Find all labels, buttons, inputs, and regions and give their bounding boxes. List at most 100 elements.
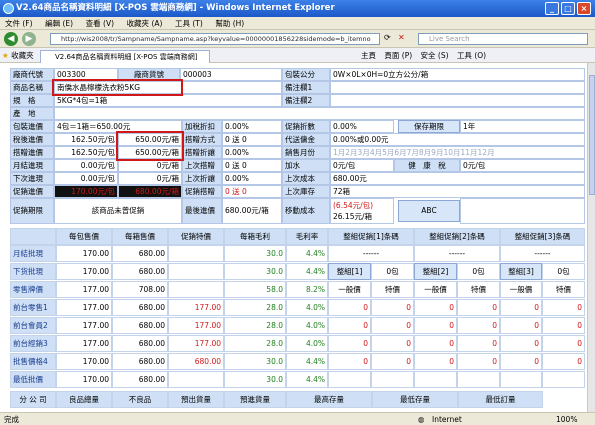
menu-favorites[interactable]: 收藏夾 (A) (122, 17, 168, 30)
favorites-bar: ★ 收藏夾 V2.64商品名稱資料明細 [X-POS 雲端商務網] 主頁 頁面 … (0, 48, 595, 63)
abc-button[interactable]: ABC (398, 200, 460, 222)
safety-button[interactable]: 安全 (S) (421, 51, 449, 60)
grid-cell-c5: 4.0% (286, 299, 328, 316)
grid-cell-c4: 28.0 (224, 299, 286, 316)
grid-combo-3-a[interactable]: 整組[3] (500, 263, 542, 280)
tax-discount-label: 加稅折扣 (182, 120, 222, 133)
grid-header-pack-price: 每包售價 (56, 228, 112, 245)
maximize-button[interactable]: □ (561, 2, 575, 15)
page-button[interactable]: 頁面 (P) (384, 51, 412, 60)
grid-combo-2-b: 0 (457, 335, 500, 352)
grid-cell-c3 (168, 245, 224, 262)
grid-combo-3-b: 0 (542, 299, 585, 316)
grid-cell-c3: 680.00 (168, 353, 224, 370)
grid-row-label: 零售牌價 (10, 281, 56, 298)
grid-combo-1: ------ (328, 245, 414, 262)
grid-combo-2-a[interactable]: 整組[2] (414, 263, 457, 280)
grid-cell-c2: 680.00 (112, 335, 168, 352)
vertical-scrollbar[interactable] (587, 63, 595, 412)
grid-combo-2-a: 一般價 (414, 281, 457, 298)
grid-combo-3-a: 0 (500, 353, 542, 370)
vendor-code-value: 003300 (54, 68, 118, 81)
origin-label: 產 地 (10, 107, 54, 120)
search-input[interactable]: Live Search (418, 33, 588, 45)
menu-tools[interactable]: 工具 (T) (170, 17, 208, 30)
menu-view[interactable]: 查看 (V) (81, 17, 119, 30)
shelf-life-value: 1年 (460, 120, 585, 133)
minimize-button[interactable]: _ (545, 2, 559, 15)
grid-cell-c2: 680.00 (112, 263, 168, 280)
grid-cell-c5: 4.4% (286, 353, 328, 370)
note1-value (330, 81, 585, 94)
sales-month-label: 銷售月份 (282, 146, 330, 159)
grid-cell-c2: 680.00 (112, 371, 168, 388)
grid-cell-c4: 30.0 (224, 371, 286, 388)
footer-min-stock: 最低存量 (372, 391, 458, 408)
next-cost-case: 0元/箱 (118, 172, 182, 185)
footer-good-qty: 良品總量 (56, 391, 112, 408)
stop-icon[interactable]: ✕ (398, 33, 405, 42)
add-water-value: 0元/包 (330, 159, 394, 172)
menu-edit[interactable]: 編輯 (E) (40, 17, 78, 30)
promo-gift-label: 促銷搭贈 (182, 185, 222, 198)
browser-tab[interactable]: V2.64商品名稱資料明細 [X-POS 雲端商務網] (40, 50, 210, 63)
grid-cell-c4: 30.0 (224, 263, 286, 280)
grid-combo-1-b: 0 (371, 353, 414, 370)
note2-label: 備注欄2 (282, 94, 330, 107)
tools-button[interactable]: 工具 (O) (457, 51, 486, 60)
pack-cost-value: 4包＝1箱＝650.00元 (54, 120, 182, 133)
grid-combo-3-b (542, 371, 585, 388)
tax-discount-value: 0.00% (222, 120, 282, 133)
last-rule-value: 0.00% (222, 172, 282, 185)
grid-cell-c1: 170.00 (56, 371, 112, 388)
last-gift-label: 上次搭贈 (182, 159, 222, 172)
grid-cell-c3 (168, 263, 224, 280)
promo-period-value: 該商品未曾促銷 (54, 198, 182, 224)
latest-cost-label: 最後進價 (182, 198, 222, 224)
moving-cost-value: (6.54元/包) 26.15元/箱 (330, 198, 394, 224)
back-icon[interactable]: ◀ (4, 32, 18, 46)
grid-cell-c4: 58.0 (224, 281, 286, 298)
grid-combo-3-b: 0 (542, 335, 585, 352)
product-name-label: 商品名稱 (10, 81, 54, 94)
grid-combo-2-b: 特價 (457, 281, 500, 298)
grid-combo-2-b: 0包 (457, 263, 500, 280)
grid-row-label: 批售價格4 (10, 353, 56, 370)
grid-combo-2-b: 0 (457, 299, 500, 316)
favorites-button[interactable]: ★ 收藏夾 (2, 50, 34, 61)
last-cost-value: 680.00元 (330, 172, 585, 185)
refresh-icon[interactable]: ⟳ (384, 33, 391, 42)
grid-header-combo2: 整組促銷[2]条碼 (414, 228, 500, 245)
last-rule-label: 上次折讓 (182, 172, 222, 185)
gift-cost-case: 650.00元/箱 (118, 146, 182, 159)
grid-cell-c5: 8.2% (286, 281, 328, 298)
grid-cell-c1: 177.00 (56, 299, 112, 316)
grid-cell-c2: 680.00 (112, 353, 168, 370)
grid-corner (10, 228, 56, 245)
grid-combo-3-a: 0 (500, 299, 542, 316)
menu-help[interactable]: 幫助 (H) (210, 17, 249, 30)
grid-row-label: 最低批價 (10, 371, 56, 388)
gift-mode-value: 0 送 0 (222, 133, 282, 146)
promo-cost-label: 促銷進價 (10, 185, 54, 198)
scroll-thumb[interactable] (589, 75, 595, 195)
window-title: V2.64商品名稱資料明細 [X-POS 雲端商務網] - Windows In… (16, 3, 335, 13)
grid-combo-3-a: 一般價 (500, 281, 542, 298)
grid-combo-1-a[interactable]: 整組[1] (328, 263, 371, 280)
close-button[interactable]: × (577, 2, 591, 15)
zoom-level[interactable]: 100% (556, 414, 577, 425)
footer-min-order: 最低訂量 (458, 391, 543, 408)
shelf-life-button[interactable]: 保存期限 (398, 120, 460, 133)
grid-row-label: 前台會員2 (10, 317, 56, 334)
grid-combo-3-b: 0 (542, 317, 585, 334)
home-button[interactable]: 主頁 (361, 51, 376, 60)
grid-cell-c1: 177.00 (56, 317, 112, 334)
note1-label: 備注欄1 (282, 81, 330, 94)
forward-icon[interactable]: ▶ (22, 32, 36, 46)
grid-combo-1-a (328, 371, 371, 388)
grid-combo-1-a: 0 (328, 317, 371, 334)
address-input[interactable]: http://wis2008/tr/Sampname/Sampname.asp?… (50, 33, 380, 45)
menu-file[interactable]: 文件 (F) (0, 17, 38, 30)
grid-combo-3-a (500, 371, 542, 388)
vendor-no-label: 廠商貨號 (118, 68, 180, 81)
